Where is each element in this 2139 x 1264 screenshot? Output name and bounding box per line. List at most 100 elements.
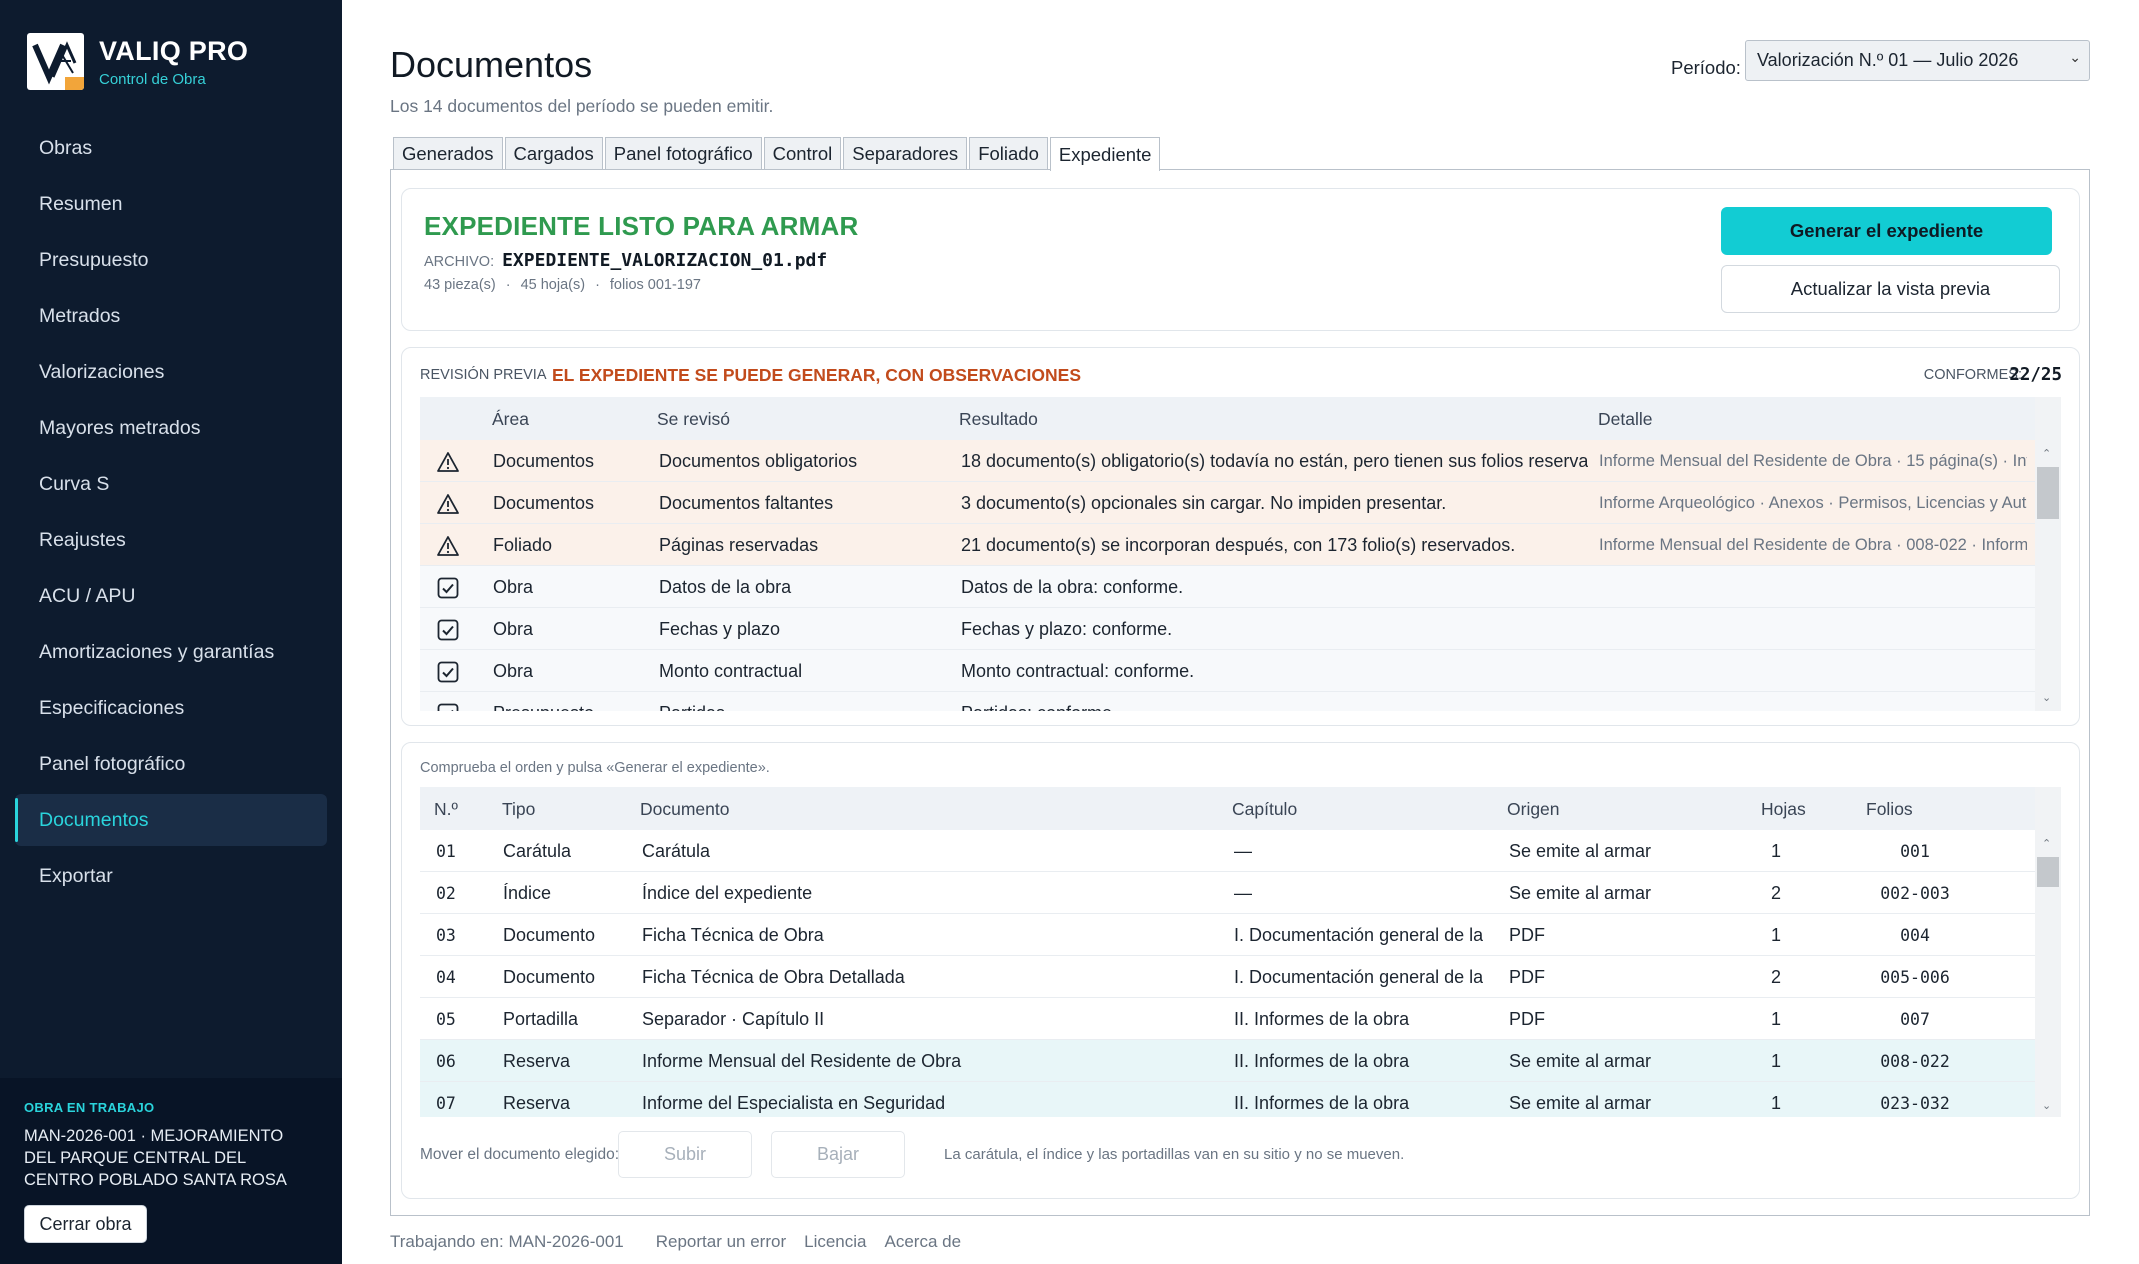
scroll-up-icon[interactable]: ⌃ — [2042, 447, 2051, 460]
tab-expediente[interactable]: Expediente — [1049, 137, 1161, 171]
move-down-button[interactable]: Bajar — [771, 1131, 905, 1178]
row-tipo: Documento — [503, 925, 596, 945]
table-row[interactable]: 07 Reserva Informe del Especialista en Seg… — [420, 1082, 2035, 1117]
scroll-down-icon[interactable]: ⌄ — [2042, 691, 2051, 704]
sidebar-item-metrados[interactable]: Metrados — [15, 290, 327, 342]
sidebar-item-curva-s[interactable]: Curva S — [15, 458, 327, 510]
sidebar-item-valorizaciones[interactable]: Valorizaciones — [15, 346, 327, 398]
table-row[interactable]: 01 Carátula Carátula — Se emite al armar 1 001 — [420, 830, 2035, 872]
table-row[interactable]: 05 Portadilla Separador · Capítulo II II. I… — [420, 998, 2035, 1040]
table-row[interactable]: 06 Reserva Informe Mensual del Residente d… — [420, 1040, 2035, 1082]
col-hojas: Hojas — [1761, 799, 1806, 819]
revision-table-header: Área Se revisó Resultado Detalle — [420, 397, 2035, 440]
row-num: 01 — [436, 842, 456, 861]
table-row[interactable]: 03 Documento Ficha Técnica de Obra I. Docum… — [420, 914, 2035, 956]
row-documento: Informe Mensual del Residente de Obra — [642, 1051, 962, 1071]
expediente-panel: EXPEDIENTE LISTO PARA ARMAR ARCHIVO: EXPE… — [390, 169, 2090, 1216]
app-logo — [27, 33, 84, 90]
page-subtitle: Los 14 documentos del período se pueden … — [390, 96, 774, 116]
row-folios: 007 — [1900, 1010, 1930, 1029]
table-row[interactable]: Presupuesto Partidas Partidas: conforme. — [420, 692, 2035, 711]
conformes-value: 22/25 — [2009, 365, 2062, 385]
col-capitulo: Capítulo — [1232, 799, 1298, 819]
sidebar: VALIQ PRO Control de Obra Obras Resumen … — [0, 0, 342, 1264]
table-row[interactable]: Obra Datos de la obra Datos de la obra: co… — [420, 566, 2035, 608]
row-origen: PDF — [1509, 967, 1545, 987]
archivo-line: ARCHIVO: EXPEDIENTE_VALORIZACION_01.pdf — [424, 250, 827, 271]
sidebar-item-exportar[interactable]: Exportar — [15, 850, 327, 902]
generate-expediente-button[interactable]: Generar el expediente — [1721, 207, 2052, 255]
scroll-down-icon[interactable]: ⌄ — [2042, 1099, 2051, 1112]
tab-generados[interactable]: Generados — [393, 137, 503, 169]
periodo-select[interactable]: Valorización N.º 01 — Julio 2026 ⌄ — [1745, 40, 2090, 81]
about-link[interactable]: Acerca de — [885, 1232, 962, 1252]
row-documento: Índice del expediente — [642, 883, 813, 903]
row-result: 18 documento(s) obligatorio(s) todavía n… — [961, 451, 1588, 471]
row-tipo: Índice — [503, 883, 552, 903]
close-obra-button[interactable]: Cerrar obra — [24, 1205, 147, 1243]
sidebar-item-mayores-metrados[interactable]: Mayores metrados — [15, 402, 327, 454]
sidebar-item-documentos[interactable]: Documentos — [15, 794, 327, 846]
row-check: Páginas reservadas — [659, 535, 819, 555]
scroll-thumb[interactable] — [2037, 857, 2059, 887]
table-row[interactable]: Documentos Documentos obligatorios 18 docu… — [420, 440, 2035, 482]
row-tipo: Reserva — [503, 1093, 571, 1113]
periodo-select-value: Valorización N.º 01 — Julio 2026 — [1757, 50, 2019, 70]
sidebar-item-obras[interactable]: Obras — [15, 122, 327, 174]
license-link[interactable]: Licencia — [804, 1232, 866, 1252]
revision-scrollbar[interactable]: ⌃ ⌄ — [2035, 397, 2061, 711]
tab-cargados[interactable]: Cargados — [504, 137, 603, 169]
table-row[interactable]: 02 Índice Índice del expediente — Se emite a… — [420, 872, 2035, 914]
row-check: Partidas — [659, 703, 954, 711]
col-folios: Folios — [1866, 799, 1913, 819]
row-capitulo: II. Informes de la obra — [1234, 1093, 1410, 1113]
orden-hint: Comprueba el orden y pulsa «Generar el e… — [420, 760, 770, 776]
row-origen: PDF — [1509, 925, 1545, 945]
row-num: 07 — [436, 1094, 456, 1113]
tab-panel-fotografico[interactable]: Panel fotográfico — [604, 137, 762, 169]
row-folios: 023-032 — [1880, 1094, 1950, 1113]
table-row[interactable]: Obra Fechas y plazo Fechas y plazo: confor… — [420, 608, 2035, 650]
scroll-up-icon[interactable]: ⌃ — [2042, 837, 2051, 850]
expediente-status: EXPEDIENTE LISTO PARA ARMAR — [424, 211, 859, 241]
tab-control[interactable]: Control — [763, 137, 842, 169]
current-obra-panel: OBRA EN TRABAJO MAN-2026-001 · MEJORAMIE… — [0, 1078, 342, 1264]
row-folios: 002-003 — [1880, 884, 1950, 903]
row-hojas: 2 — [1770, 967, 1781, 987]
warning-icon — [436, 534, 460, 558]
tab-foliado[interactable]: Foliado — [969, 137, 1048, 169]
sidebar-item-reajustes[interactable]: Reajustes — [15, 514, 327, 566]
move-up-button[interactable]: Subir — [618, 1131, 752, 1178]
row-origen: Se emite al armar — [1509, 1093, 1652, 1113]
col-se-reviso: Se revisó — [657, 409, 730, 429]
col-area: Área — [492, 409, 529, 429]
sidebar-item-panel-fotografico[interactable]: Panel fotográfico — [15, 738, 327, 790]
table-row[interactable]: Documentos Documentos faltantes 3 document… — [420, 482, 2035, 524]
row-tipo: Portadilla — [503, 1009, 579, 1029]
row-origen: PDF — [1509, 1009, 1545, 1029]
tab-separadores[interactable]: Separadores — [843, 137, 968, 169]
sidebar-item-presupuesto[interactable]: Presupuesto — [15, 234, 327, 286]
orden-scrollbar[interactable]: ⌃ ⌄ — [2035, 787, 2061, 1117]
row-origen: Se emite al armar — [1509, 1051, 1652, 1071]
checkbox-checked-icon — [436, 702, 460, 711]
table-row[interactable]: Foliado Páginas reservadas 21 documento(s)… — [420, 524, 2035, 566]
move-label: Mover el documento elegido: — [420, 1146, 620, 1163]
row-tipo: Reserva — [503, 1051, 571, 1071]
row-check: Monto contractual — [659, 661, 803, 681]
page-title: Documentos — [390, 44, 593, 85]
table-row[interactable]: 04 Documento Ficha Técnica de Obra Detalla… — [420, 956, 2035, 998]
sidebar-item-resumen[interactable]: Resumen — [15, 178, 327, 230]
move-note: La carátula, el índice y las portadillas… — [944, 1146, 1405, 1163]
scroll-thumb[interactable] — [2037, 467, 2059, 519]
refresh-preview-button[interactable]: Actualizar la vista previa — [1721, 265, 2060, 313]
sidebar-item-acu-apu[interactable]: ACU / APU — [15, 570, 327, 622]
folios-range: folios 001-197 — [609, 277, 701, 293]
report-error-link[interactable]: Reportar un error — [656, 1232, 786, 1252]
sidebar-item-especificaciones[interactable]: Especificaciones — [15, 682, 327, 734]
row-num: 02 — [436, 884, 456, 903]
table-row[interactable]: Obra Monto contractual Monto contractual: … — [420, 650, 2035, 692]
revision-card: REVISIÓN PREVIA EL EXPEDIENTE SE PUEDE G… — [401, 347, 2080, 726]
sidebar-item-amortizaciones[interactable]: Amortizaciones y garantías — [15, 626, 327, 678]
app-title: VALIQ PRO — [99, 35, 249, 66]
